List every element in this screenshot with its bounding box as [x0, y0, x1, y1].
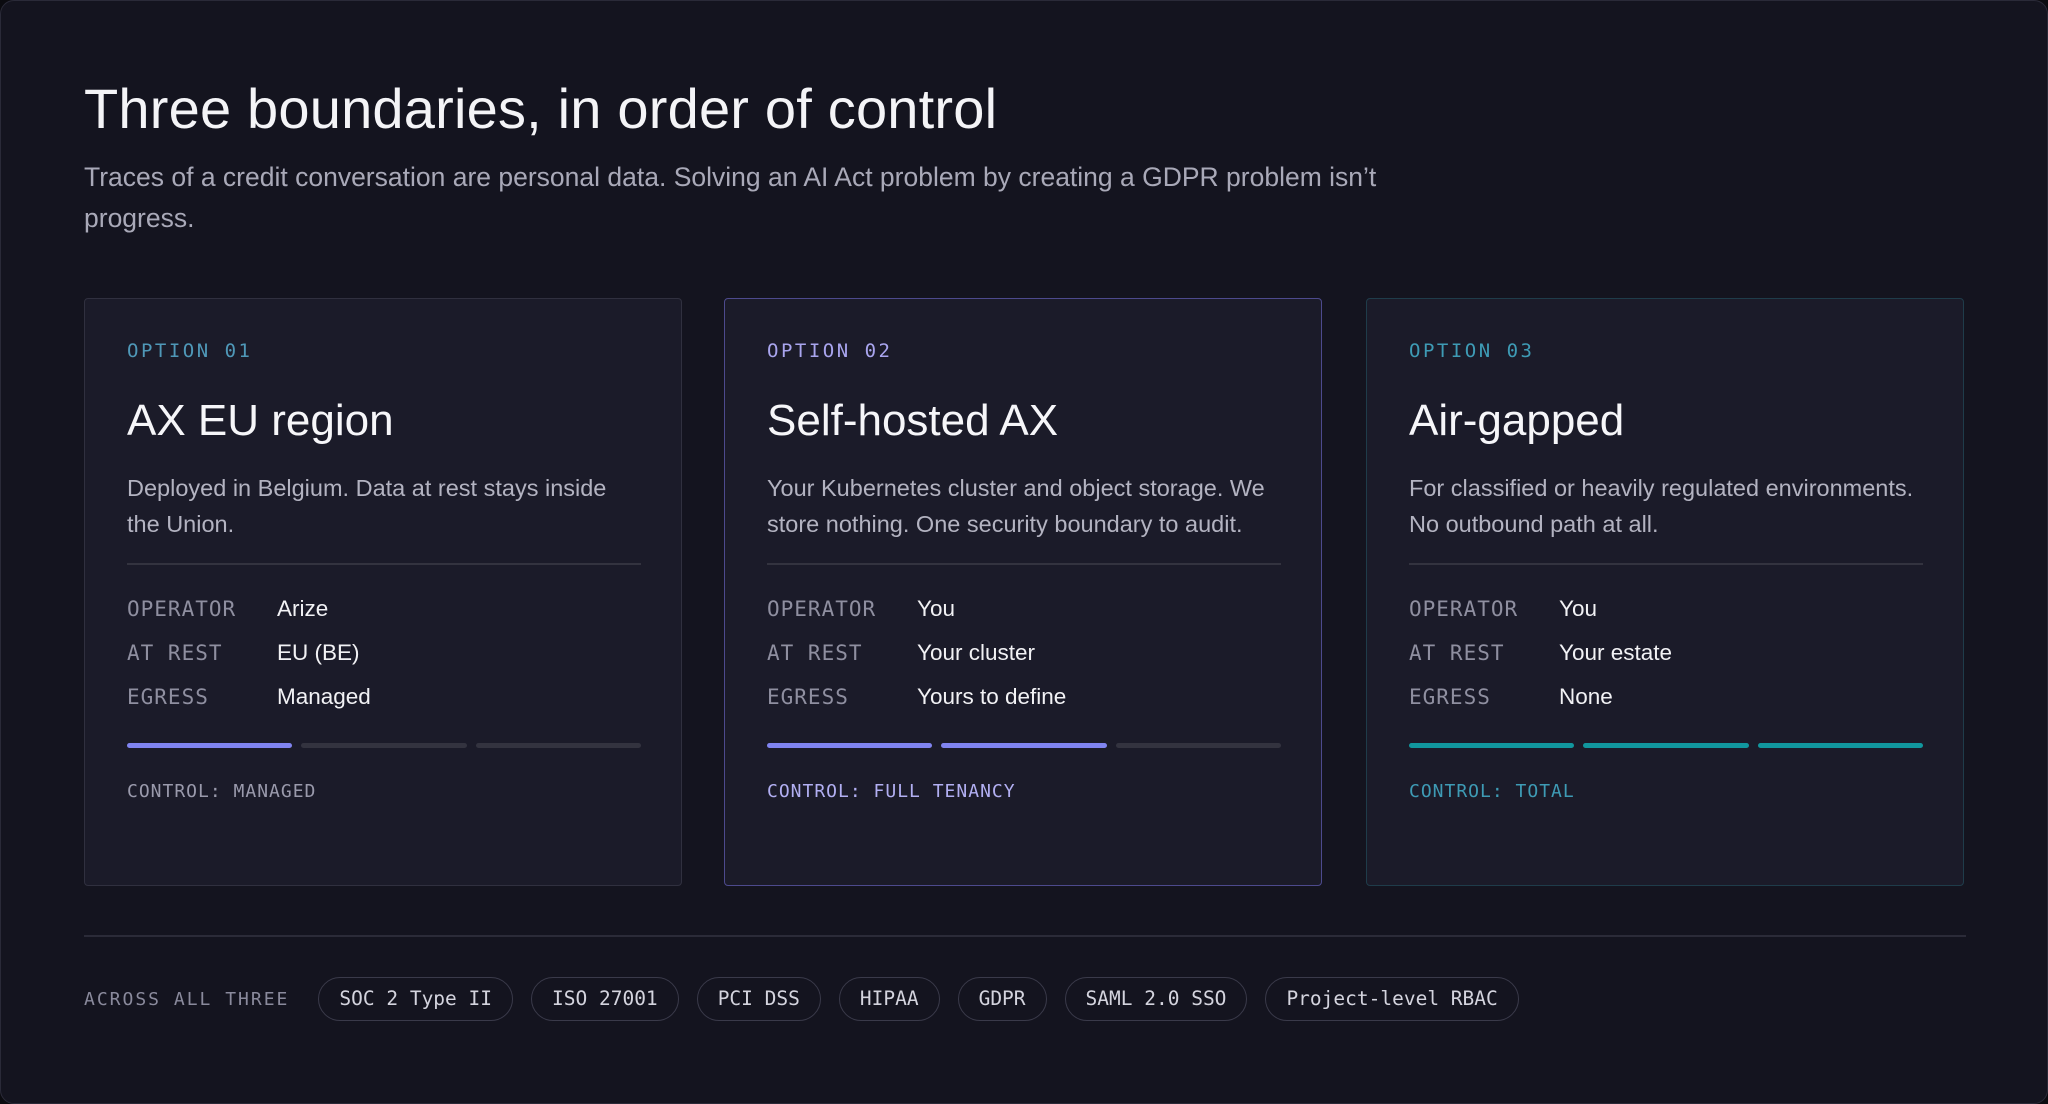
spec-value: Yours to define	[917, 683, 1067, 709]
compliance-chip-pci-dss: PCI DSS	[696, 977, 821, 1021]
spec-row-operator: OPERATOR You	[767, 587, 1281, 631]
meter-segment-2	[301, 742, 467, 748]
option-description: Deployed in Belgium. Data at rest stays …	[127, 475, 607, 537]
compliance-chip-rbac: Project-level RBAC	[1265, 977, 1519, 1021]
meter-segment-2	[941, 742, 1107, 748]
option-card-eu-region: OPTION 01 AX EU region Deployed in Belgi…	[84, 298, 682, 886]
spec-row-egress: EGRESS Yours to define	[767, 675, 1281, 719]
option-title: Air-gapped	[1409, 396, 1625, 445]
spec-row-egress: EGRESS None	[1409, 675, 1923, 719]
compliance-chip-saml-sso: SAML 2.0 SSO	[1064, 977, 1248, 1021]
compliance-footer: ACROSS ALL THREE SOC 2 Type II ISO 27001…	[84, 976, 1537, 1022]
footer-label: ACROSS ALL THREE	[84, 988, 290, 1010]
spec-key: OPERATOR	[1409, 596, 1519, 621]
spec-row-at-rest: AT REST EU (BE)	[127, 631, 641, 675]
spec-key: OPERATOR	[127, 596, 237, 621]
spec-list: OPERATOR Arize AT REST EU (BE) EGRESS Ma…	[127, 587, 641, 719]
spec-key: EGRESS	[767, 684, 849, 709]
spec-key: AT REST	[127, 640, 223, 665]
compliance-chip-iso27001: ISO 27001	[531, 977, 679, 1021]
page-frame: Three boundaries, in order of control Tr…	[0, 0, 2048, 1104]
spec-value: None	[1559, 683, 1613, 709]
spec-value: You	[917, 595, 955, 621]
control-label: CONTROL: FULL TENANCY	[767, 780, 1016, 802]
option-tag: OPTION 02	[767, 340, 893, 362]
option-description: Your Kubernetes cluster and object stora…	[767, 475, 1265, 537]
spec-key: AT REST	[1409, 640, 1505, 665]
spec-list: OPERATOR You AT REST Your estate EGRESS …	[1409, 587, 1923, 719]
spec-value: Arize	[277, 595, 329, 621]
divider	[767, 563, 1281, 565]
option-title: AX EU region	[127, 396, 394, 445]
meter-segment-3	[475, 742, 641, 748]
option-description: For classified or heavily regulated envi…	[1409, 475, 1914, 537]
meter-segment-3	[1115, 742, 1281, 748]
option-tag: OPTION 01	[127, 340, 253, 362]
spec-value: EU (BE)	[277, 639, 360, 665]
option-card-self-hosted: OPTION 02 Self-hosted AX Your Kubernetes…	[724, 298, 1322, 886]
spec-value: You	[1559, 595, 1597, 621]
spec-key: EGRESS	[1409, 684, 1491, 709]
compliance-chip-gdpr: GDPR	[957, 977, 1047, 1021]
spec-key: EGRESS	[127, 684, 209, 709]
spec-value: Managed	[277, 683, 371, 709]
meter-segment-1	[127, 742, 293, 748]
spec-row-at-rest: AT REST Your cluster	[767, 631, 1281, 675]
option-tag: OPTION 03	[1409, 340, 1535, 362]
spec-value: Your estate	[1559, 639, 1673, 665]
spec-key: AT REST	[767, 640, 863, 665]
control-label: CONTROL: MANAGED	[127, 780, 317, 802]
spec-key: OPERATOR	[767, 596, 877, 621]
meter-segment-1	[767, 742, 933, 748]
meter-segment-3	[1757, 742, 1923, 748]
meter-segment-1	[1409, 742, 1575, 748]
control-label: CONTROL: TOTAL	[1409, 780, 1575, 802]
options-grid: OPTION 01 AX EU region Deployed in Belgi…	[84, 298, 1966, 888]
divider	[127, 563, 641, 565]
spec-row-operator: OPERATOR Arize	[127, 587, 641, 631]
meter-segment-2	[1583, 742, 1749, 748]
spec-value: Your cluster	[917, 639, 1035, 665]
divider	[1409, 563, 1923, 565]
compliance-chip-hipaa: HIPAA	[838, 977, 940, 1021]
option-title: Self-hosted AX	[767, 396, 1059, 445]
spec-row-egress: EGRESS Managed	[127, 675, 641, 719]
control-level-meter	[127, 742, 641, 748]
spec-list: OPERATOR You AT REST Your cluster EGRESS…	[767, 587, 1281, 719]
page-title: Three boundaries, in order of control	[84, 77, 998, 140]
option-card-air-gapped: OPTION 03 Air-gapped For classified or h…	[1366, 298, 1964, 886]
control-level-meter	[767, 742, 1281, 748]
compliance-chip-soc2: SOC 2 Type II	[318, 977, 514, 1021]
spec-row-operator: OPERATOR You	[1409, 587, 1923, 631]
spec-row-at-rest: AT REST Your estate	[1409, 631, 1923, 675]
control-level-meter	[1409, 742, 1923, 748]
footer-divider	[84, 935, 1966, 937]
page-subtitle: Traces of a credit conversation are pers…	[84, 162, 1377, 233]
